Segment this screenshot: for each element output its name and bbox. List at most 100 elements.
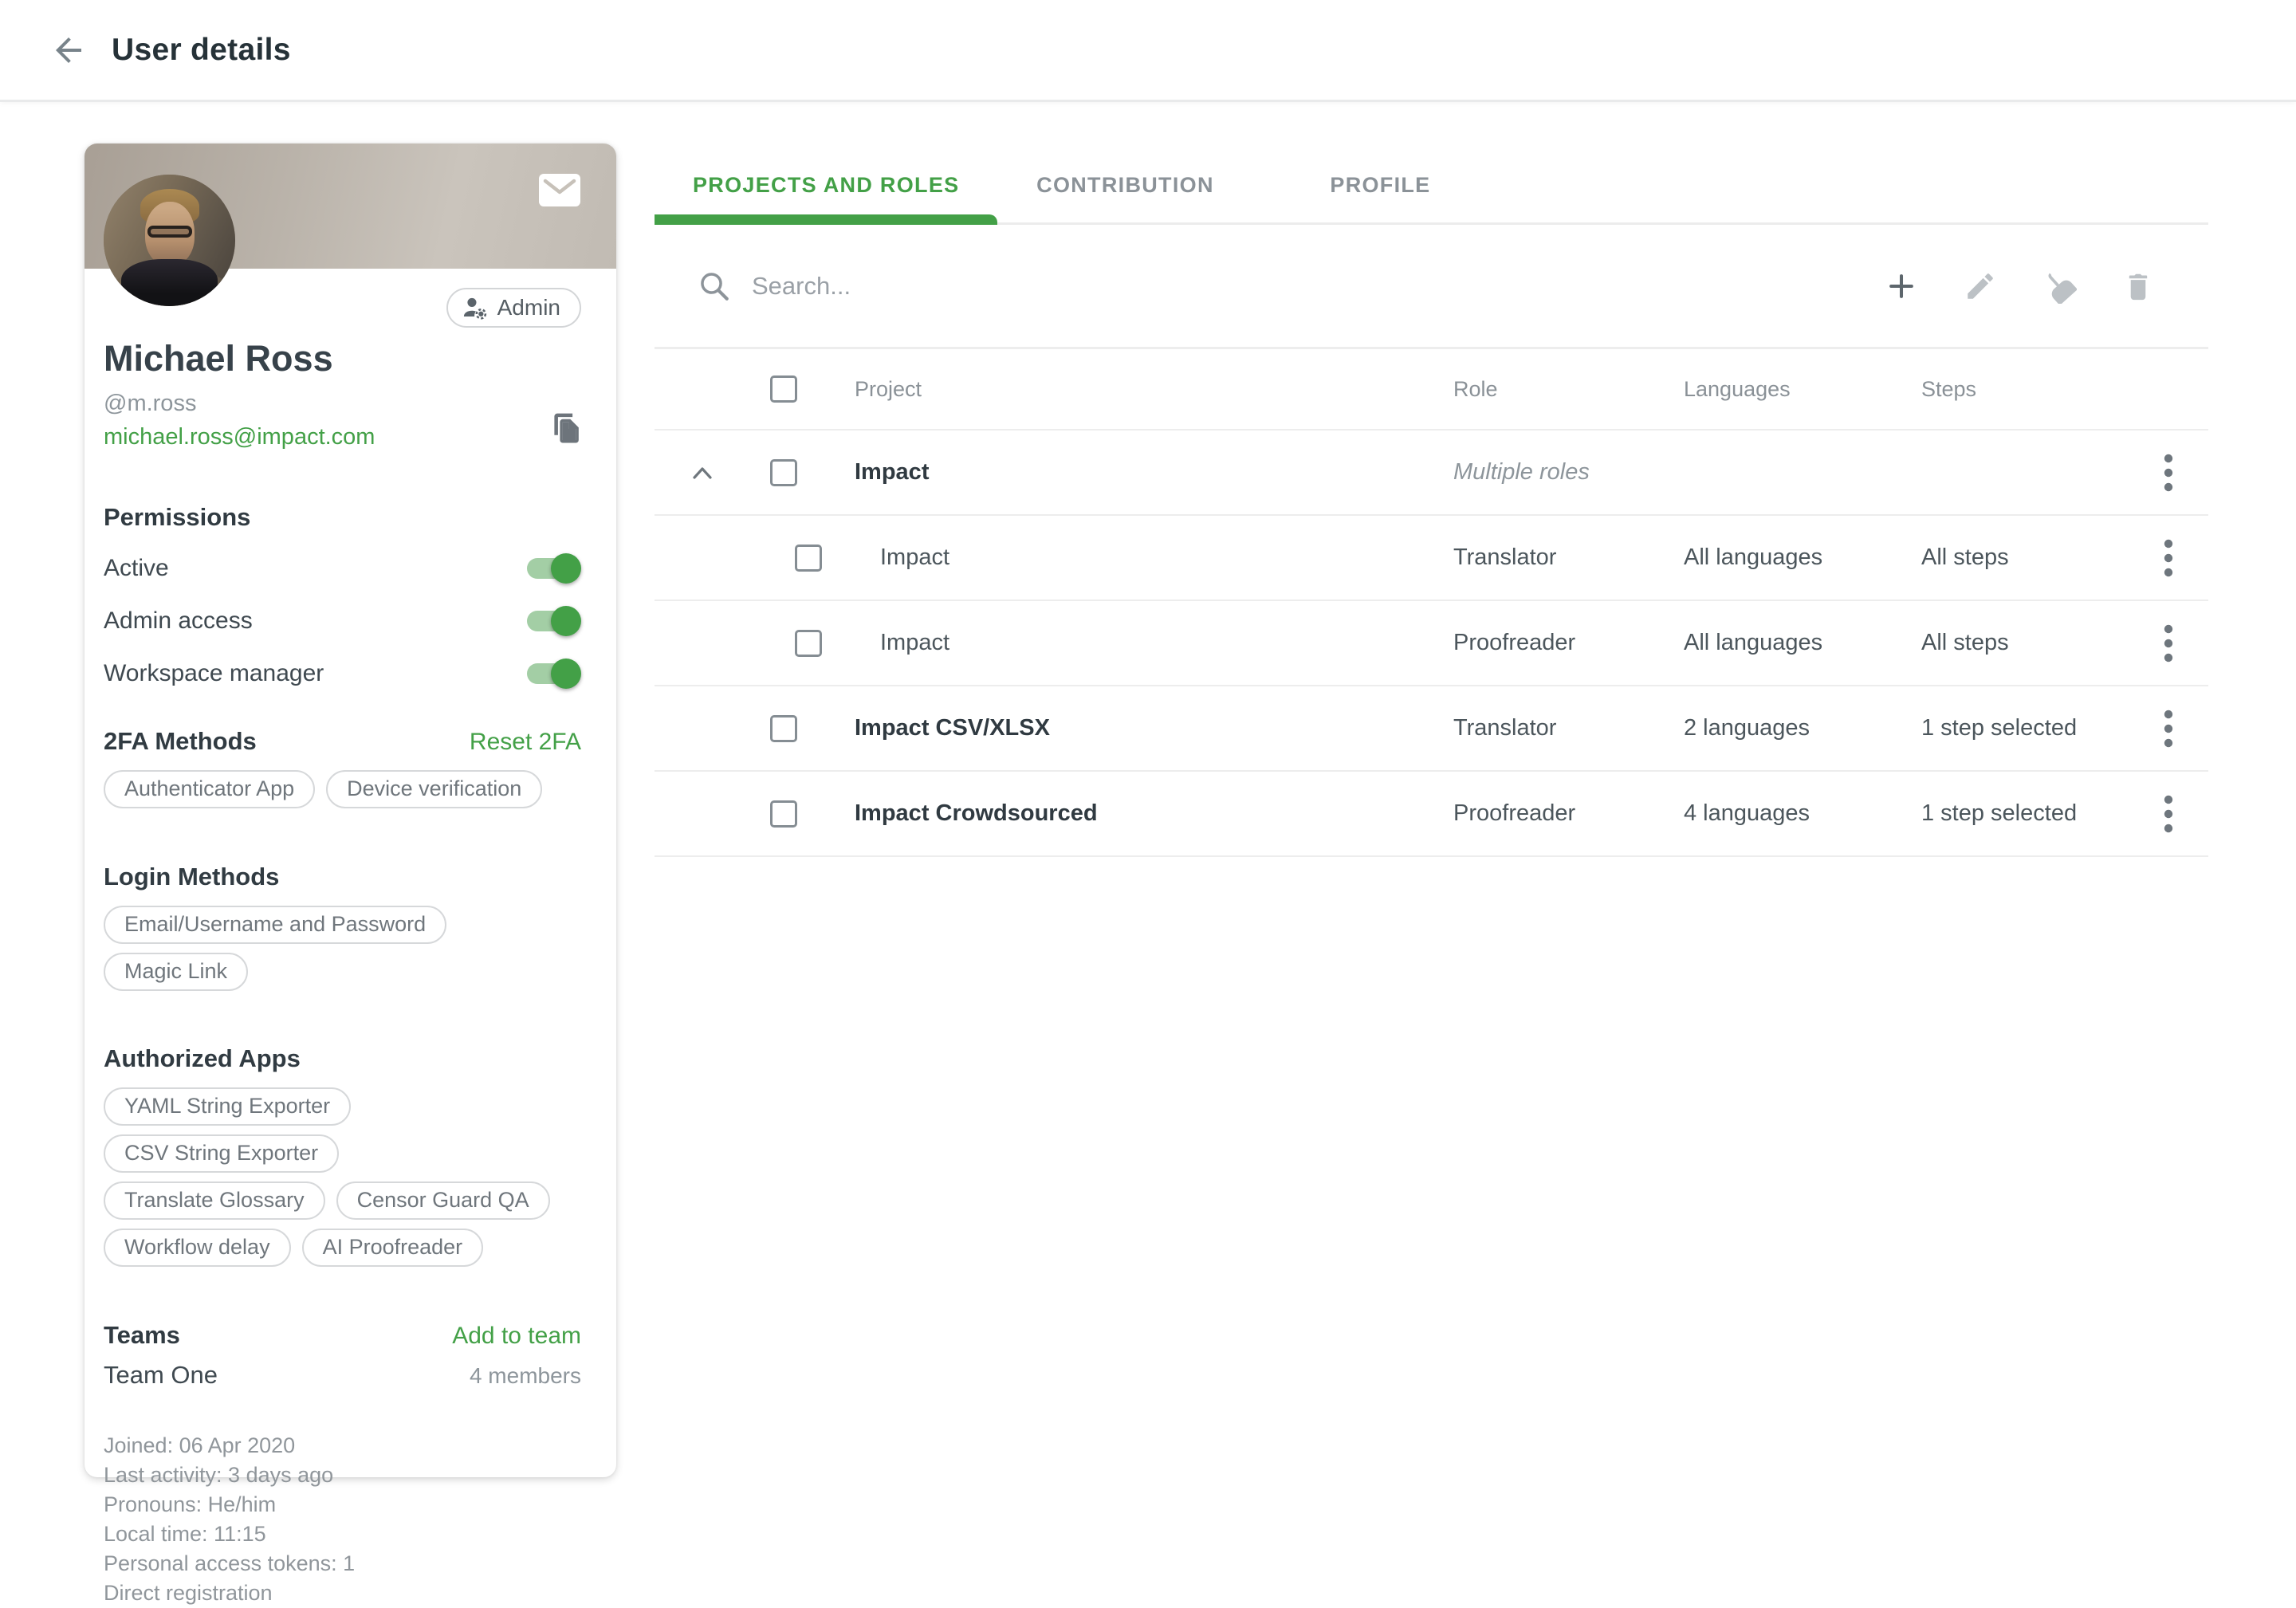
add-to-team-link[interactable]: Add to team [452,1323,581,1350]
column-header-role: Role [1453,377,1684,402]
row-menu-button[interactable] [2152,706,2184,751]
column-header-languages: Languages [1684,377,1921,402]
authorized-app-chip: Workflow delay [104,1229,291,1267]
app-header: User details [0,0,2296,102]
search-input[interactable] [752,272,1469,301]
search-box [698,269,1884,303]
select-all-checkbox[interactable] [770,375,797,403]
admin-badge: Admin [446,288,581,328]
search-icon [698,269,731,303]
admin-access-toggle[interactable] [527,605,581,637]
chevron-up-icon [690,464,715,482]
table-row: Impact Multiple roles [655,431,2208,516]
tab-contribution[interactable]: CONTRIBUTION [997,148,1252,222]
table-toolbar [655,225,2208,349]
meta-registration: Direct registration [104,1579,581,1608]
delete-button[interactable] [2121,269,2156,304]
languages-cell: 4 languages [1684,800,1921,827]
authorized-apps-title: Authorized Apps [104,1044,581,1073]
table-row: Impact Crowdsourced Proofreader 4 langua… [655,772,2208,857]
project-name: Impact [855,459,1453,486]
permission-row-workspace-manager: Workspace manager [104,658,581,690]
twofa-title: 2FA Methods [104,727,257,756]
user-name: Michael Ross [104,339,581,379]
tab-profile[interactable]: PROFILE [1252,148,1508,222]
permission-label: Active [104,555,169,582]
meta-local-time: Local time: 11:15 [104,1520,581,1549]
languages-cell: All languages [1684,545,1921,571]
back-arrow-icon [49,31,88,69]
login-methods-title: Login Methods [104,863,581,891]
permissions-title: Permissions [104,503,581,532]
row-checkbox[interactable] [795,545,822,572]
row-checkbox[interactable] [770,459,797,486]
workspace-manager-toggle[interactable] [527,658,581,690]
project-name: Impact [855,630,1453,656]
kebab-icon [2163,538,2174,578]
permission-row-active: Active [104,552,581,584]
table-row: Impact Proofreader All languages All ste… [655,601,2208,686]
meta-joined: Joined: 06 Apr 2020 [104,1431,581,1461]
table-row: Impact Translator All languages All step… [655,516,2208,601]
kebab-icon [2163,453,2174,493]
steps-cell: 1 step selected [1921,800,2129,827]
tab-projects-and-roles[interactable]: PROJECTS AND ROLES [655,148,997,222]
permission-label: Admin access [104,607,253,635]
user-handle: @m.ross [104,391,581,417]
avatar [104,175,235,306]
team-row[interactable]: Team One 4 members [104,1361,581,1390]
mail-icon [538,171,581,209]
meta-access-tokens: Personal access tokens: 1 [104,1549,581,1579]
role-cell: Multiple roles [1453,459,1684,486]
projects-table: Project Role Languages Steps Impact Mult… [655,349,2208,857]
languages-cell: 2 languages [1684,715,1921,741]
team-name: Team One [104,1361,218,1390]
trash-icon [2121,269,2155,303]
active-toggle[interactable] [527,552,581,584]
row-menu-button[interactable] [2152,792,2184,836]
plus-icon [1884,269,1919,304]
add-button[interactable] [1884,269,1919,304]
steps-cell: 1 step selected [1921,715,2129,741]
row-checkbox[interactable] [770,800,797,828]
authorized-app-chip: Translate Glossary [104,1181,325,1220]
manage-accounts-icon [461,293,489,322]
row-menu-button[interactable] [2152,536,2184,580]
authorized-app-chip: Censor Guard QA [336,1181,550,1220]
role-cell: Proofreader [1453,630,1684,656]
authorized-app-chip: CSV String Exporter [104,1134,339,1173]
project-name: Impact Crowdsourced [855,800,1453,827]
tab-bar: PROJECTS AND ROLES CONTRIBUTION PROFILE [655,148,2208,225]
row-menu-button[interactable] [2152,450,2184,495]
project-name: Impact CSV/XLSX [855,715,1453,741]
collapse-row-button[interactable] [655,464,715,482]
login-method-chip: Magic Link [104,953,248,991]
send-email-button[interactable] [538,171,581,211]
twofa-chips: Authenticator App Device verification [104,770,581,817]
role-cell: Translator [1453,715,1684,741]
clear-filters-button[interactable] [2042,269,2077,304]
page-title: User details [112,33,291,68]
back-button[interactable] [46,28,91,73]
steps-cell: All steps [1921,545,2129,571]
table-row: Impact CSV/XLSX Translator 2 languages 1… [655,686,2208,772]
kebab-icon [2163,709,2174,749]
edit-button[interactable] [1963,269,1998,304]
reset-2fa-link[interactable]: Reset 2FA [470,729,581,756]
user-email-link[interactable]: michael.ross@impact.com [104,424,375,450]
authorized-app-chips: YAML String Exporter CSV String Exporter… [104,1087,581,1276]
role-cell: Translator [1453,545,1684,571]
broom-icon [2042,269,2077,304]
team-members-count: 4 members [470,1363,581,1389]
role-cell: Proofreader [1453,800,1684,827]
project-name: Impact [855,545,1453,571]
kebab-icon [2163,794,2174,834]
row-menu-button[interactable] [2152,621,2184,666]
main-panel: PROJECTS AND ROLES CONTRIBUTION PROFILE [655,102,2208,857]
column-header-project: Project [855,377,1453,402]
row-checkbox[interactable] [795,630,822,657]
permission-row-admin-access: Admin access [104,605,581,637]
teams-title: Teams [104,1321,180,1350]
login-method-chips: Email/Username and Password Magic Link [104,906,581,1000]
row-checkbox[interactable] [770,715,797,742]
